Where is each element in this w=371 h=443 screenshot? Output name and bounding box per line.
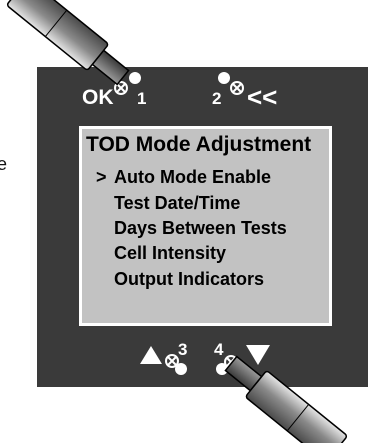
stylus-probe-lower: [224, 355, 348, 443]
stylus-probe-upper: [6, 0, 130, 86]
probe-overlay: [6, 0, 348, 443]
